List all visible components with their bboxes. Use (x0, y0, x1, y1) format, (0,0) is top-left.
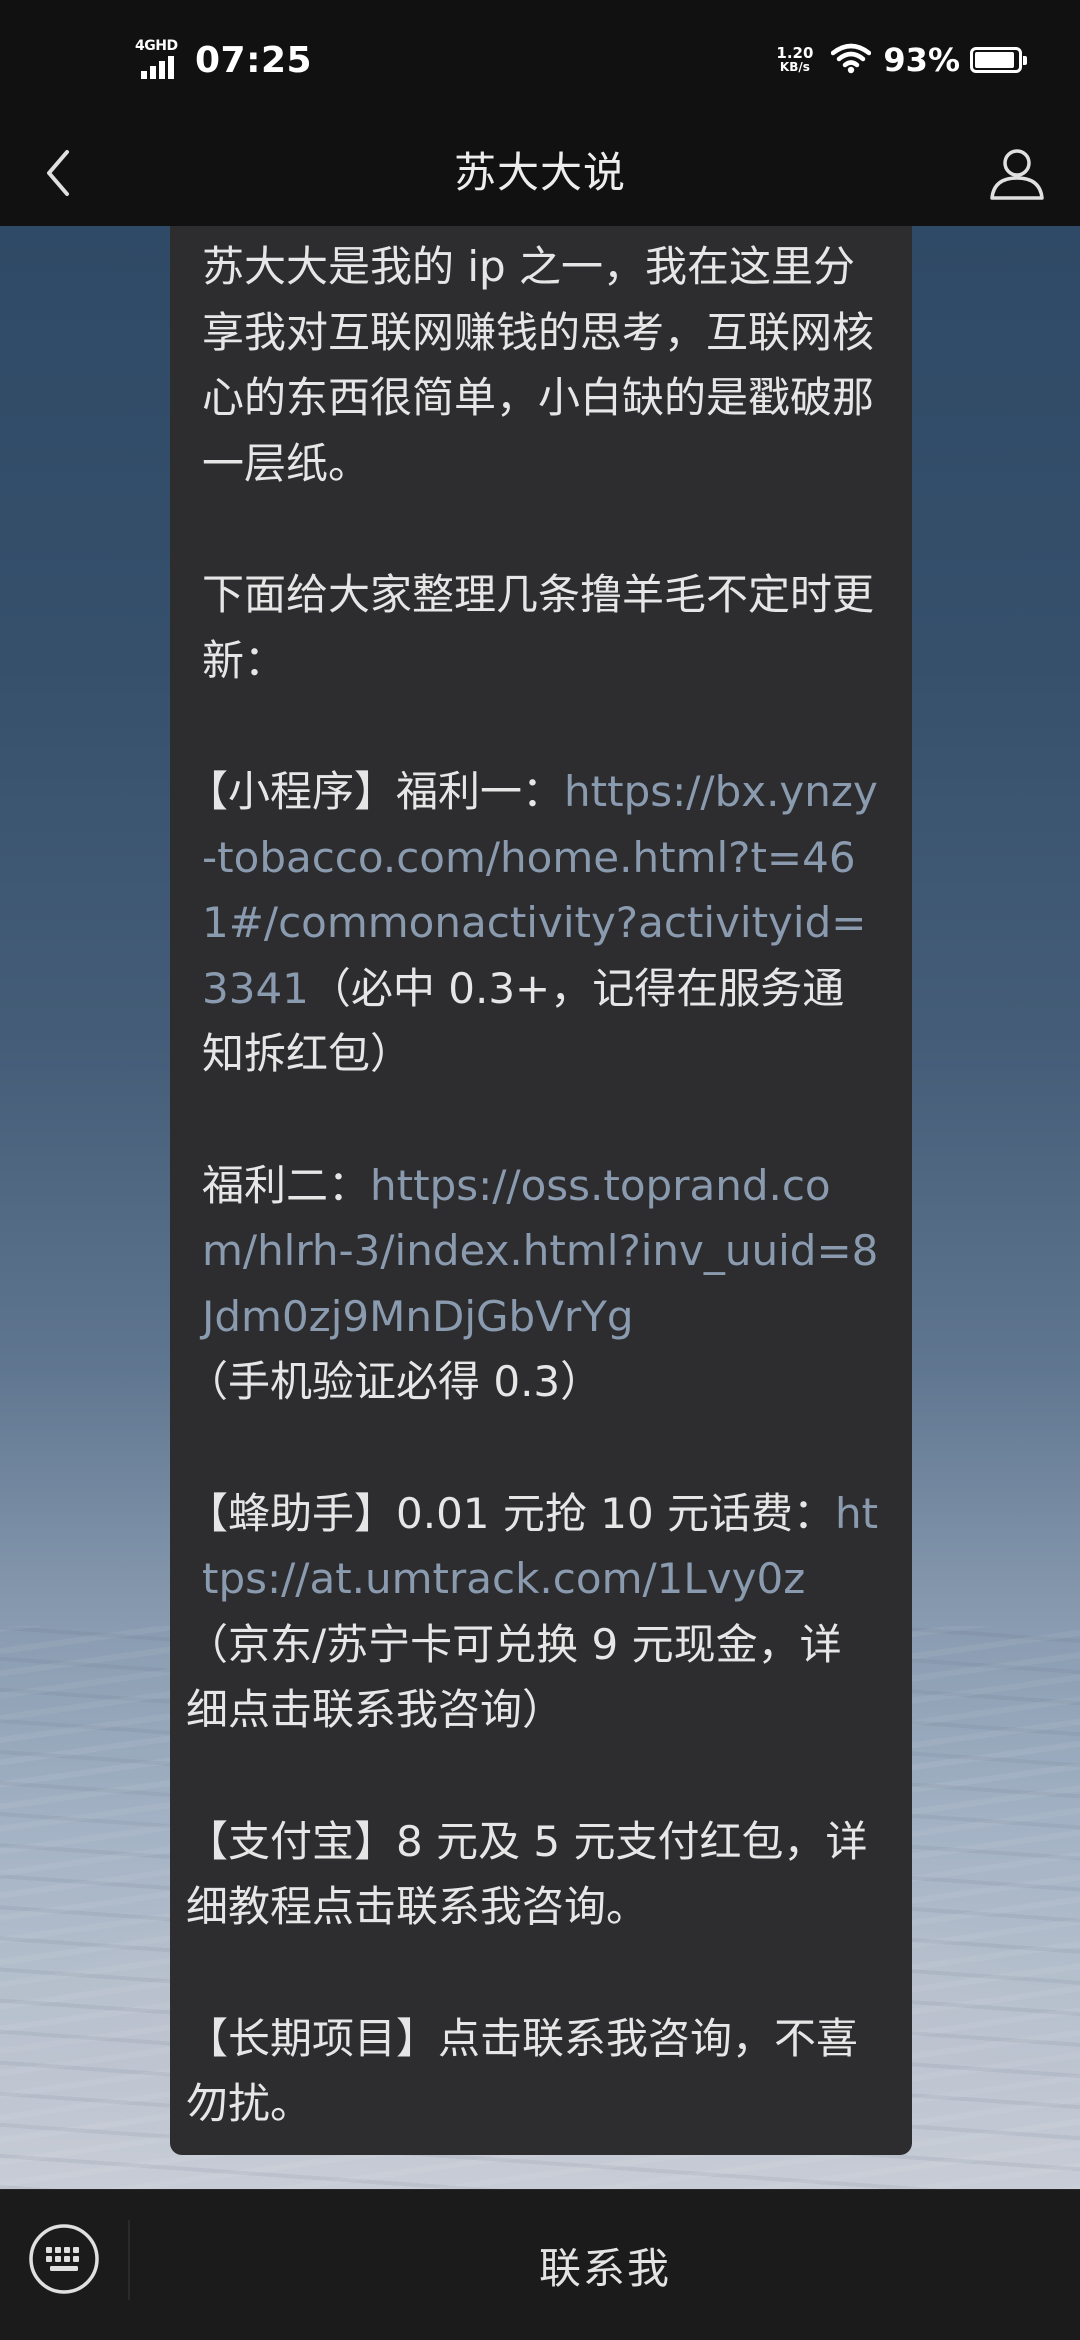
battery-percent: 93% (883, 41, 960, 79)
net-speed: 1.20 KB/s (776, 46, 813, 74)
content-area[interactable]: 苏大大是我的 ip 之一，我在这里分享我对互联网赚钱的思考，互联网核心的东西很简… (0, 226, 1080, 2189)
status-right: 1.20 KB/s 93% (776, 30, 1027, 90)
bottom-menu-bar: 联系我 (0, 2189, 1080, 2340)
signal-bars (141, 56, 174, 79)
net-speed-unit: KB/s (779, 60, 810, 74)
keyboard-toggle-button[interactable] (28, 2223, 100, 2295)
status-bar: 4GHD 07:25 1.20 KB/s 93% (0, 0, 1080, 120)
nav-bar: 苏大大说 (0, 120, 1080, 226)
welfare-item: 【小程序】福利一：https://bx.ynzy-tobacco.com/hom… (186, 759, 882, 1087)
welfare-item: 福利二：https://oss.toprand.com/hlrh-3/index… (186, 1153, 882, 1415)
alipay-paragraph: 【支付宝】8 元及 5 元支付红包，详细教程点击联系我咨询。 (186, 1809, 882, 1940)
item-suffix: （京东/苏宁卡可兑换 9 元现金，详细点击联系我咨询） (186, 1619, 842, 1735)
intro-paragraph: 苏大大是我的 ip 之一，我在这里分享我对互联网赚钱的思考，互联网核心的东西很简… (202, 242, 875, 488)
subtitle-paragraph: 下面给大家整理几条撸羊毛不定时更新： (202, 570, 875, 685)
item-suffix: （手机验证必得 0.3） (186, 1357, 603, 1406)
person-icon (990, 149, 1044, 200)
keyboard-icon (29, 2224, 99, 2294)
wifi-icon (831, 42, 872, 78)
alipay-text: 【支付宝】8 元及 5 元支付红包，详细教程点击联系我咨询。 (186, 1816, 868, 1932)
item-prefix: 【小程序】福利一： (186, 767, 565, 816)
battery-icon (970, 47, 1027, 73)
long-term-paragraph: 【长期项目】点击联系我咨询，不喜勿扰。 (186, 2006, 882, 2137)
welfare-item: 【蜂助手】0.01 元抢 10 元话费：https://at.umtrack.c… (186, 1481, 882, 1743)
message-card: 苏大大是我的 ip 之一，我在这里分享我对互联网赚钱的思考，互联网核心的东西很简… (170, 226, 912, 2155)
page-title: 苏大大说 (453, 148, 626, 197)
cellular-signal-icon: 4GHD (135, 39, 187, 81)
status-time: 07:25 (195, 39, 313, 81)
item-prefix: 福利二： (202, 1160, 371, 1210)
item-prefix: 【蜂助手】0.01 元抢 10 元话费： (186, 1488, 836, 1538)
network-type-label: 4GHD (135, 38, 178, 54)
long-term-text: 【长期项目】点击联系我咨询，不喜勿扰。 (186, 2013, 859, 2129)
profile-button[interactable] (982, 138, 1052, 208)
contact-me-button[interactable]: 联系我 (130, 2190, 1080, 2340)
status-left: 4GHD 07:25 (135, 30, 312, 90)
battery-level-fill (975, 52, 1015, 68)
net-speed-value: 1.20 (776, 44, 814, 62)
